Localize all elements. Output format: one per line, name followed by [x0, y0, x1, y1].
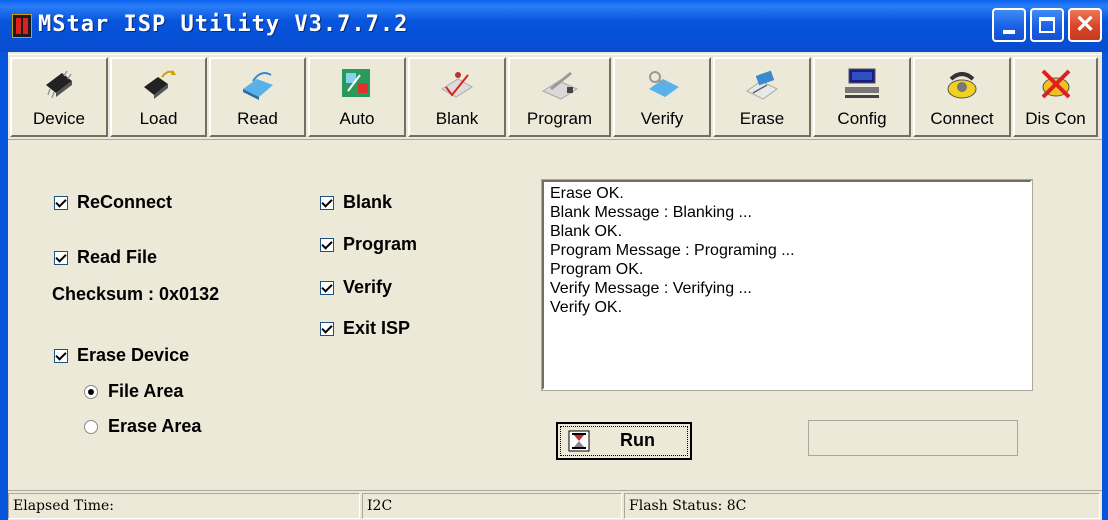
blank-check-icon	[441, 72, 473, 98]
minimize-icon	[1003, 30, 1015, 34]
blank-button[interactable]: Blank	[408, 57, 506, 137]
reconnect-label: ReConnect	[77, 192, 173, 212]
erase-area-radio[interactable]: Erase Area	[84, 416, 201, 437]
log-line: Verify Message : Verifying ...	[550, 280, 752, 297]
exit-isp-checkbox[interactable]: Exit ISP	[320, 318, 410, 339]
close-button[interactable]: ✕	[1068, 8, 1102, 42]
config-button[interactable]: Config	[813, 57, 911, 137]
verify-option-label: Verify	[343, 277, 393, 297]
file-area-radio[interactable]: File Area	[84, 381, 183, 402]
window-frame-left	[0, 52, 8, 520]
run-button[interactable]: Run	[556, 422, 692, 460]
program-label: Program	[526, 109, 593, 128]
connect-label: Connect	[930, 109, 994, 128]
checkbox-checked-icon	[320, 195, 334, 210]
checkbox-checked-icon	[320, 321, 334, 336]
log-line: Erase OK.	[550, 185, 624, 202]
exit-isp-label: Exit ISP	[343, 318, 411, 338]
config-computer-icon	[845, 68, 879, 98]
close-icon: ✕	[1074, 11, 1096, 38]
erase-device-checkbox[interactable]: Erase Device	[54, 345, 189, 366]
device-label: Device	[33, 109, 85, 128]
window-title: MStar ISP Utility V3.7.7.2	[38, 12, 409, 37]
window-frame-right	[1102, 52, 1108, 520]
verify-button[interactable]: Verify	[613, 57, 711, 137]
checkbox-checked-icon	[320, 280, 334, 295]
auto-button[interactable]: Auto	[308, 57, 406, 137]
read-file-checkbox[interactable]: Read File	[54, 247, 157, 268]
auto-label: Auto	[339, 109, 375, 128]
status-bar: Elapsed Time: I2C Flash Status: 8C	[8, 490, 1102, 520]
checkbox-checked-icon	[320, 237, 334, 252]
program-icon	[541, 71, 578, 100]
blank-checkbox[interactable]: Blank	[320, 192, 392, 213]
maximize-button[interactable]	[1030, 8, 1064, 42]
auto-icon	[342, 69, 370, 97]
toolbar: Device Load Read Auto Blank Program Veri…	[8, 54, 1102, 140]
reconnect-checkbox[interactable]: ReConnect	[54, 192, 172, 213]
flash-status-panel: Flash Status: 8C	[624, 493, 1100, 519]
connect-button[interactable]: Connect	[913, 57, 1011, 137]
verify-label: Verify	[640, 109, 684, 128]
load-label: Load	[139, 109, 178, 128]
app-logo-icon	[12, 14, 32, 38]
log-line: Program Message : Programing ...	[550, 242, 795, 259]
config-label: Config	[837, 109, 887, 128]
read-book-icon	[242, 72, 273, 100]
device-button[interactable]: Device	[10, 57, 108, 137]
log-line: Verify OK.	[550, 299, 623, 316]
progress-bar	[808, 420, 1018, 456]
blank-option-label: Blank	[343, 192, 393, 212]
connect-phone-icon	[947, 72, 977, 99]
disconnect-label: Dis Con	[1025, 109, 1086, 128]
log-line: Program OK.	[550, 261, 644, 278]
disconnect-phone-icon	[1041, 69, 1070, 99]
maximize-icon	[1039, 17, 1055, 33]
load-chip-icon	[143, 70, 176, 99]
radio-unselected-icon	[84, 419, 98, 434]
log-line: Blank OK.	[550, 223, 623, 240]
erase-area-label: Erase Area	[108, 416, 202, 436]
read-file-label: Read File	[77, 247, 158, 267]
read-button[interactable]: Read	[209, 57, 306, 137]
checkbox-checked-icon	[54, 195, 68, 210]
erase-device-label: Erase Device	[77, 345, 190, 365]
load-button[interactable]: Load	[110, 57, 207, 137]
program-option-label: Program	[343, 234, 418, 254]
checkbox-checked-icon	[54, 348, 68, 363]
elapsed-time-panel: Elapsed Time:	[8, 493, 360, 519]
verify-checkbox[interactable]: Verify	[320, 277, 392, 298]
run-label: Run	[620, 430, 655, 450]
checksum-text: Checksum : 0x0132	[52, 284, 220, 304]
bus-panel: I2C	[362, 493, 622, 519]
file-area-label: File Area	[108, 381, 184, 401]
message-log[interactable]: Erase OK. Blank Message : Blanking ... B…	[541, 179, 1033, 391]
erase-icon	[746, 70, 778, 100]
radio-selected-icon	[84, 384, 98, 399]
erase-button[interactable]: Erase	[713, 57, 811, 137]
minimize-button[interactable]	[992, 8, 1026, 42]
hourglass-icon	[568, 430, 590, 452]
blank-label: Blank	[435, 109, 479, 128]
erase-label: Erase	[739, 109, 785, 128]
disconnect-button[interactable]: Dis Con	[1013, 57, 1098, 137]
checkbox-checked-icon	[54, 250, 68, 265]
title-bar[interactable]: MStar ISP Utility V3.7.7.2 ✕	[0, 0, 1108, 52]
read-label: Read	[237, 109, 278, 128]
verify-icon	[649, 71, 679, 97]
log-line: Blank Message : Blanking ...	[550, 204, 752, 221]
chip-icon	[46, 70, 72, 99]
program-checkbox[interactable]: Program	[320, 234, 417, 255]
program-button[interactable]: Program	[508, 57, 611, 137]
